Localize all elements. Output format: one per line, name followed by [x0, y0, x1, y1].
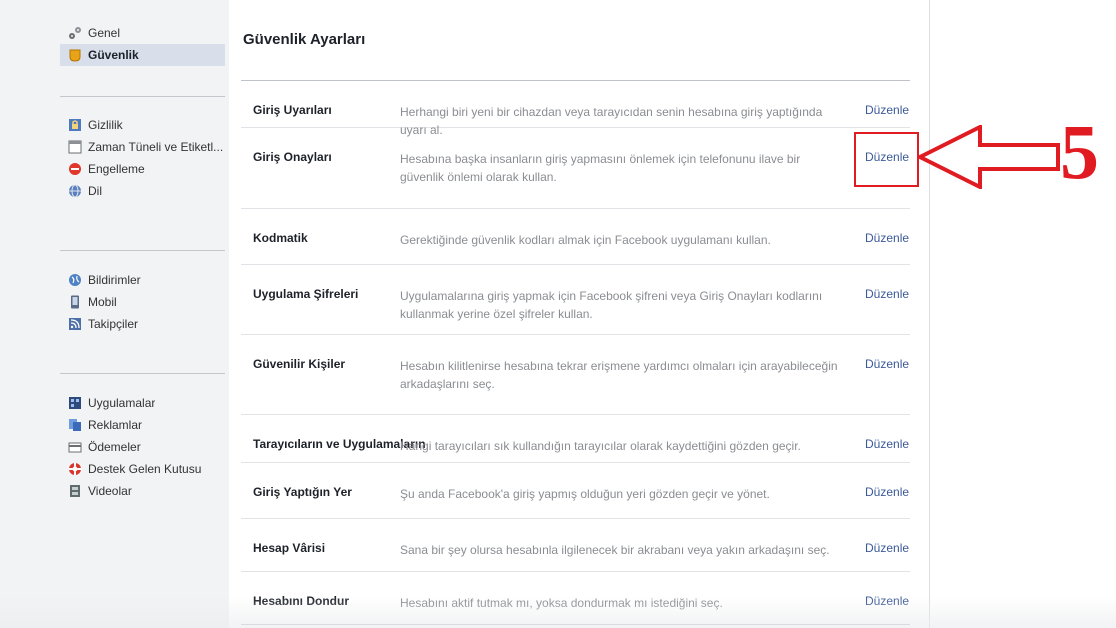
ads-icon [68, 418, 82, 432]
setting-description: Sana bir şey olursa hesabınla ilgilenece… [400, 543, 830, 557]
sidebar-item-followers[interactable]: Takipçiler [60, 313, 225, 335]
setting-name: Giriş Onayları [253, 150, 332, 164]
setting-name: Giriş Uyarıları [253, 103, 332, 117]
gears-icon [68, 26, 82, 40]
sidebar-group-apps: Uygulamalar Reklamlar Ödemeler Destek Ge… [60, 392, 225, 502]
edit-link[interactable]: Düzenle [865, 103, 909, 117]
settings-row-where-logged-in[interactable]: Giriş Yaptığın Yer Şu anda Facebook'a gi… [241, 463, 910, 519]
settings-page: Genel Güvenlik Gizlilik Zaman Tüneli ve … [0, 0, 1116, 628]
apps-icon [68, 396, 82, 410]
sidebar-item-timeline[interactable]: Zaman Tüneli ve Etiketl... [60, 136, 225, 158]
sidebar-item-support-inbox[interactable]: Destek Gelen Kutusu [60, 458, 225, 480]
setting-name: Hesap Vârisi [253, 541, 326, 555]
sidebar-item-label: Mobil [88, 295, 117, 309]
setting-description: Hangi tarayıcıları sık kullandığın taray… [400, 439, 801, 453]
sidebar-item-label: Bildirimler [88, 273, 141, 287]
sidebar-item-label: Zaman Tüneli ve Etiketl... [88, 140, 224, 154]
setting-name: Güvenilir Kişiler [253, 357, 346, 371]
edit-link[interactable]: Düzenle [865, 357, 909, 371]
edit-link[interactable]: Düzenle [865, 594, 909, 608]
sidebar-item-language[interactable]: Dil [60, 180, 225, 202]
settings-row-deactivate-account[interactable]: Hesabını Dondur Hesabını aktif tutmak mı… [241, 572, 910, 625]
edit-link[interactable]: Düzenle [865, 287, 909, 301]
sidebar-divider [60, 373, 225, 374]
sidebar-item-mobile[interactable]: Mobil [60, 291, 225, 313]
setting-name: Giriş Yaptığın Yer [253, 485, 352, 499]
annotation-arrow-icon [918, 125, 1060, 189]
sidebar-item-label: Uygulamalar [88, 396, 156, 410]
sidebar-item-label: Güvenlik [88, 48, 139, 62]
sidebar-item-label: Takipçiler [88, 317, 139, 331]
setting-name: Tarayıcıların ve Uygulamaların [253, 437, 426, 451]
settings-sidebar: Genel Güvenlik Gizlilik Zaman Tüneli ve … [0, 0, 230, 628]
setting-description: Gerektiğinde güvenlik kodları almak için… [400, 233, 771, 247]
sidebar-item-label: Videolar [88, 484, 132, 498]
sidebar-item-security[interactable]: Güvenlik [60, 44, 225, 66]
block-icon [68, 162, 82, 176]
sidebar-item-notifications[interactable]: Bildirimler [60, 269, 225, 291]
security-settings-panel: Güvenlik Ayarları Giriş Uyarıları Herhan… [229, 0, 930, 628]
sidebar-divider [60, 250, 225, 251]
sidebar-item-label: Dil [88, 184, 102, 198]
sidebar-group-notifications: Bildirimler Mobil Takipçiler [60, 269, 225, 335]
timeline-icon [68, 140, 82, 154]
sidebar-item-blocking[interactable]: Engelleme [60, 158, 225, 180]
sidebar-divider [60, 96, 225, 97]
notification-globe-icon [68, 273, 82, 287]
setting-description: Hesabını aktif tutmak mı, yoksa dondurma… [400, 596, 723, 610]
shield-badge-icon [68, 48, 82, 62]
sidebar-item-label: Destek Gelen Kutusu [88, 462, 202, 476]
annotation-highlight-box [854, 132, 919, 187]
sidebar-item-label: Gizlilik [88, 118, 123, 132]
globe-icon [68, 184, 82, 198]
lock-icon [68, 118, 82, 132]
mobile-icon [68, 295, 82, 309]
sidebar-item-ads[interactable]: Reklamlar [60, 414, 225, 436]
settings-row-trusted-contacts[interactable]: Güvenilir Kişiler Hesabın kilitlenirse h… [241, 335, 910, 415]
lifebuoy-icon [68, 462, 82, 476]
settings-row-app-passwords[interactable]: Uygulama Şifreleri Uygulamalarına giriş … [241, 265, 910, 335]
sidebar-item-general[interactable]: Genel [60, 22, 225, 44]
sidebar-item-payments[interactable]: Ödemeler [60, 436, 225, 458]
film-icon [68, 484, 82, 498]
sidebar-item-apps[interactable]: Uygulamalar [60, 392, 225, 414]
sidebar-item-label: Engelleme [88, 162, 145, 176]
setting-description: Hesabına başka insanların giriş yapmasın… [400, 152, 801, 184]
sidebar-item-label: Genel [88, 26, 121, 40]
settings-row-login-approvals[interactable]: Giriş Onayları Hesabına başka insanların… [241, 128, 910, 209]
rss-icon [68, 317, 82, 331]
sidebar-group-general: Genel Güvenlik [60, 22, 225, 66]
settings-row-legacy-contact[interactable]: Hesap Vârisi Sana bir şey olursa hesabın… [241, 519, 910, 572]
setting-name: Hesabını Dondur [253, 594, 350, 608]
sidebar-group-privacy: Gizlilik Zaman Tüneli ve Etiketl... Enge… [60, 114, 225, 202]
settings-row-browsers-apps[interactable]: Tarayıcıların ve Uygulamaların Hangi tar… [241, 415, 910, 463]
sidebar-item-label: Ödemeler [88, 440, 141, 454]
sidebar-item-videos[interactable]: Videolar [60, 480, 225, 502]
settings-row-login-alerts[interactable]: Giriş Uyarıları Herhangi biri yeni bir c… [241, 81, 910, 137]
edit-link[interactable]: Düzenle [865, 231, 909, 245]
edit-link[interactable]: Düzenle [865, 541, 909, 555]
sidebar-item-privacy[interactable]: Gizlilik [60, 114, 225, 136]
annotation-step-number: 5 [1060, 108, 1099, 195]
setting-description: Uygulamalarına giriş yapmak için Faceboo… [400, 289, 823, 321]
setting-description: Şu anda Facebook'a giriş yapmış olduğun … [400, 487, 770, 501]
card-icon [68, 440, 82, 454]
page-title: Güvenlik Ayarları [243, 31, 366, 48]
edit-link[interactable]: Düzenle [865, 437, 909, 451]
setting-name: Uygulama Şifreleri [253, 287, 359, 301]
setting-description: Hesabın kilitlenirse hesabına tekrar eri… [400, 359, 838, 391]
setting-name: Kodmatik [253, 231, 308, 245]
edit-link[interactable]: Düzenle [865, 485, 909, 499]
sidebar-item-label: Reklamlar [88, 418, 143, 432]
settings-row-code-generator[interactable]: Kodmatik Gerektiğinde güvenlik kodları a… [241, 209, 910, 265]
